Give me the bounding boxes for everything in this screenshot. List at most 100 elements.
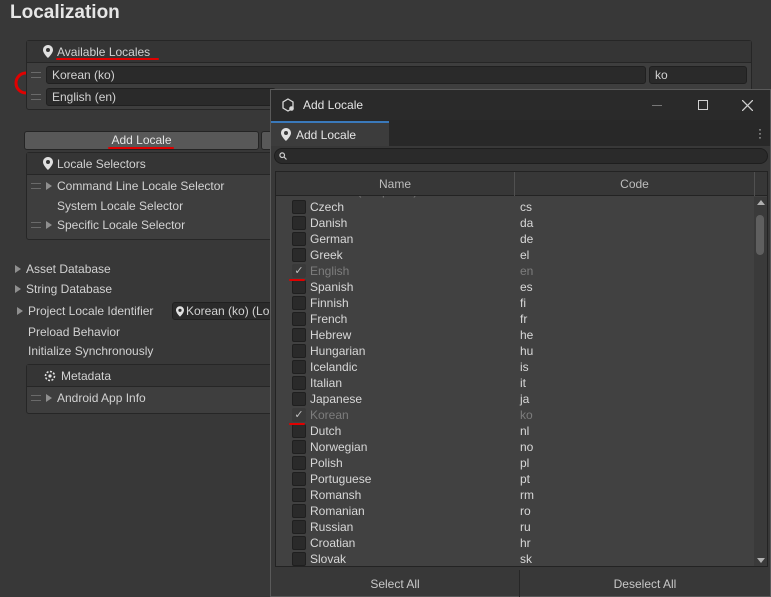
list-item[interactable]: Command Line Locale Selector (31, 176, 224, 196)
locale-name: Italian (310, 376, 343, 390)
table-row[interactable]: Greek el (276, 247, 756, 263)
locale-checkbox[interactable] (292, 424, 306, 438)
scroll-down-icon[interactable] (757, 558, 765, 563)
locale-checkbox[interactable] (292, 200, 306, 214)
expand-arrow-icon[interactable] (46, 394, 52, 402)
table-row[interactable]: Dutch nl (276, 423, 756, 439)
locale-checkbox[interactable] (292, 392, 306, 406)
minimize-button[interactable] (637, 90, 677, 120)
locale-checkbox[interactable]: ✓ (292, 408, 306, 422)
preload-behavior-label: Preload Behavior (28, 325, 121, 339)
locale-checkbox[interactable] (292, 328, 306, 342)
table-row[interactable]: ✓ English en (276, 263, 756, 279)
initialize-sync-label: Initialize Synchronously (28, 344, 154, 358)
locale-checkbox[interactable] (292, 296, 306, 310)
locale-checkbox[interactable] (292, 376, 306, 390)
locale-code: hu (520, 344, 534, 358)
table-row[interactable]: Hebrew he (276, 327, 756, 343)
table-row[interactable]: Finnish fi (276, 295, 756, 311)
project-locale-foldout[interactable]: Project Locale Identifier (17, 301, 153, 321)
search-input[interactable] (274, 148, 768, 164)
locale-name: Croatian (310, 536, 356, 550)
expand-arrow-icon[interactable] (46, 182, 52, 190)
table-row[interactable]: Icelandic is (276, 359, 756, 375)
table-row[interactable]: Polish pl (276, 455, 756, 471)
table-row[interactable]: ✓ Korean ko (276, 407, 756, 423)
close-button[interactable] (727, 90, 767, 120)
table-row[interactable]: German de (276, 231, 756, 247)
metadata-item-label: Android App Info (57, 391, 146, 405)
locale-checkbox[interactable] (292, 280, 306, 294)
drag-handle-icon[interactable] (31, 183, 41, 189)
location-pin-icon (43, 157, 53, 170)
metadata-header[interactable]: Metadata (27, 365, 275, 387)
table-row[interactable]: Romansh rm (276, 487, 756, 503)
locale-checkbox[interactable]: ✓ (292, 264, 306, 278)
asset-database-label: Asset Database (26, 262, 111, 276)
available-locales-title: Available Locales (57, 44, 151, 59)
locale-checkbox[interactable] (292, 312, 306, 326)
locale-checkbox[interactable] (292, 248, 306, 262)
table-row[interactable]: Spanish es (276, 279, 756, 295)
asset-database-foldout[interactable]: Asset Database (15, 259, 111, 279)
locale-name: Finnish (310, 296, 349, 310)
expand-arrow-icon[interactable] (46, 221, 52, 229)
locale-checkbox[interactable] (292, 472, 306, 486)
locale-checkbox[interactable] (292, 536, 306, 550)
string-database-foldout[interactable]: String Database (15, 279, 112, 299)
locale-checkbox[interactable] (292, 456, 306, 470)
name-column-header[interactable]: Name (276, 172, 515, 196)
locale-name: Danish (310, 216, 348, 230)
selector-label: System Locale Selector (57, 199, 184, 213)
locale-checkbox[interactable] (292, 216, 306, 230)
locale-checkbox[interactable] (292, 344, 306, 358)
locale-checkbox[interactable] (292, 360, 306, 374)
table-row[interactable]: Slovak sk (276, 551, 756, 566)
locale-name: Hungarian (310, 344, 366, 358)
locale-checkbox[interactable] (292, 488, 306, 502)
more-options-icon[interactable]: · · · (758, 123, 762, 143)
table-row[interactable]: Romanian ro (276, 503, 756, 519)
table-row[interactable]: Japanese ja (276, 391, 756, 407)
locale-code: it (520, 376, 526, 390)
locale-checkbox[interactable] (292, 440, 306, 454)
project-locale-field[interactable]: Korean (ko) (Lo (172, 302, 276, 320)
deselect-all-button[interactable]: Deselect All (520, 570, 770, 597)
locale-name-field[interactable]: Korean (ko) (46, 66, 646, 84)
list-item[interactable]: Android App Info (31, 388, 146, 408)
list-item[interactable]: System Locale Selector (57, 196, 183, 216)
locale-name-field[interactable]: English (en) (46, 88, 276, 106)
maximize-button[interactable] (683, 90, 723, 120)
drag-handle-icon[interactable] (31, 94, 41, 100)
annotation-underline (108, 147, 174, 149)
locale-selectors-header[interactable]: Locale Selectors (27, 153, 275, 175)
table-row[interactable]: French fr (276, 311, 756, 327)
list-item[interactable]: Specific Locale Selector (31, 215, 185, 235)
scrollbar-thumb[interactable] (756, 215, 764, 255)
table-row[interactable]: Danish da (276, 215, 756, 231)
locale-name: Polish (310, 456, 343, 470)
tab-add-locale[interactable]: Add Locale (271, 121, 389, 146)
table-row[interactable]: Croatian hr (276, 535, 756, 551)
vertical-scrollbar[interactable] (754, 197, 767, 566)
locale-name: Romanian (310, 504, 365, 518)
table-row[interactable]: Russian ru (276, 519, 756, 535)
project-locale-value: Korean (ko) (Lo (186, 304, 270, 318)
locale-checkbox[interactable] (292, 552, 306, 566)
locale-code-field[interactable]: ko (649, 66, 747, 84)
table-row[interactable]: Czech cs (276, 199, 756, 215)
drag-handle-icon[interactable] (31, 395, 41, 401)
scroll-up-icon[interactable] (757, 200, 765, 205)
drag-handle-icon[interactable] (31, 72, 41, 78)
table-row[interactable]: Norwegian no (276, 439, 756, 455)
table-row[interactable]: Hungarian hu (276, 343, 756, 359)
table-row[interactable]: Italian it (276, 375, 756, 391)
table-row[interactable]: Portuguese pt (276, 471, 756, 487)
code-column-header[interactable]: Code (515, 172, 755, 196)
select-all-button[interactable]: Select All (271, 570, 520, 597)
locale-checkbox[interactable] (292, 232, 306, 246)
locale-name: French (310, 312, 348, 326)
locale-checkbox[interactable] (292, 504, 306, 518)
locale-checkbox[interactable] (292, 520, 306, 534)
drag-handle-icon[interactable] (31, 222, 41, 228)
